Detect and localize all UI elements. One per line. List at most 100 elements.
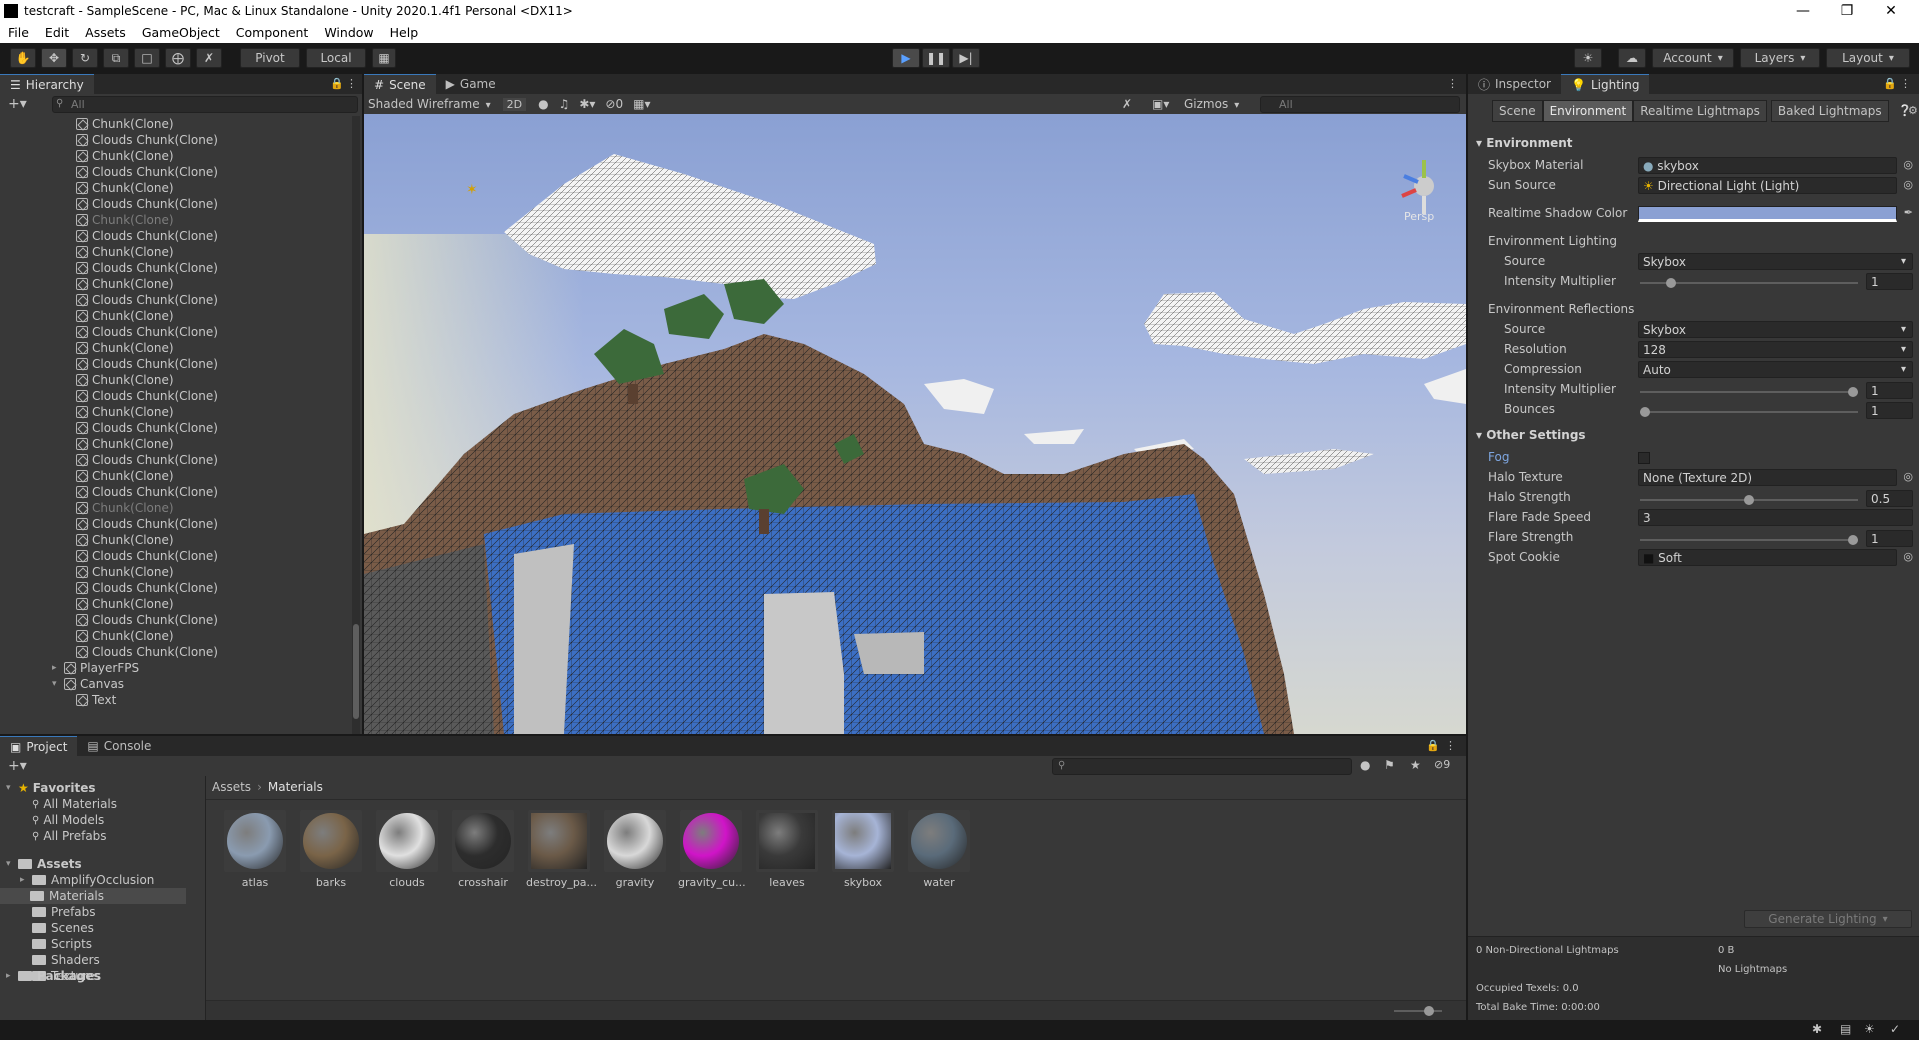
hierarchy-item[interactable]: Chunk(Clone) [76,212,174,228]
hierarchy-item[interactable]: Chunk(Clone) [76,180,174,196]
settings-gear-icon[interactable]: ⚙ [1908,104,1918,117]
subtab-environment[interactable]: Environment [1542,100,1634,122]
resolution-dropdown[interactable]: 128 [1638,341,1913,358]
expand-caret-icon[interactable]: ▸ [52,663,64,673]
tab-hierarchy[interactable]: ☰ Hierarchy [0,74,94,94]
hierarchy-item[interactable]: Clouds Chunk(Clone) [76,548,218,564]
hierarchy-item[interactable]: Clouds Chunk(Clone) [76,260,218,276]
favorite-all-prefabs[interactable]: ⚲ All Prefabs [32,828,107,844]
menu-component[interactable]: Component [236,25,309,40]
hierarchy-item[interactable]: Clouds Chunk(Clone) [76,164,218,180]
hierarchy-item[interactable]: Chunk(Clone) [76,436,174,452]
hierarchy-item[interactable]: Clouds Chunk(Clone) [76,196,218,212]
inspector-lock-icon[interactable]: 🔒 [1883,77,1897,90]
hierarchy-item[interactable]: Clouds Chunk(Clone) [76,388,218,404]
packages-row[interactable]: ▸ Packages [6,968,101,984]
material-asset[interactable]: leaves [754,810,820,889]
hierarchy-item[interactable]: Clouds Chunk(Clone) [76,516,218,532]
tab-lighting[interactable]: 💡 Lighting [1561,74,1650,94]
tab-scene[interactable]: # Scene [364,74,436,94]
hierarchy-item[interactable]: Chunk(Clone) [76,308,174,324]
layers-dropdown[interactable]: Layers [1740,48,1820,68]
hierarchy-item[interactable]: Chunk(Clone) [76,468,174,484]
subtab-realtime-lightmaps[interactable]: Realtime Lightmaps [1633,100,1767,122]
flare-strength-slider[interactable] [1640,535,1858,545]
search-by-label-icon[interactable]: ⚑ [1384,758,1395,772]
environment-section[interactable]: ▾ Environment [1476,136,1573,150]
spot-cookie-field[interactable]: ■ Soft [1638,549,1897,566]
move-tool-icon[interactable]: ✥ [41,48,67,68]
hand-tool-icon[interactable]: ✋ [10,48,36,68]
scene-search-input[interactable]: All [1260,96,1460,113]
material-asset[interactable]: gravity_cu... [678,810,746,889]
material-asset[interactable]: crosshair [450,810,516,889]
directional-light-icon[interactable]: ✶ [466,182,478,198]
pivot-toggle[interactable]: Pivot [240,48,300,68]
scene-kebab-icon[interactable]: ⋮ [1447,77,1458,90]
hierarchy-item[interactable]: Clouds Chunk(Clone) [76,612,218,628]
project-search-input[interactable] [1052,758,1352,775]
cache-icon[interactable]: ▤ [1840,1022,1851,1036]
hidden-objects-icon[interactable]: ⊘ [605,97,615,111]
lighting-toggle-icon[interactable]: ● [538,97,548,111]
hierarchy-item[interactable]: Clouds Chunk(Clone) [76,644,218,660]
skybox-material-field[interactable]: ● skybox [1638,157,1897,174]
grid-snap-icon[interactable]: ▦ [372,48,396,68]
generate-lighting-button[interactable]: Generate Lighting [1744,910,1912,928]
favorite-all-materials[interactable]: ⚲ All Materials [32,796,117,812]
rect-tool-icon[interactable]: □ [134,48,160,68]
hierarchy-item[interactable]: ▸ PlayerFPS [52,660,139,676]
hierarchy-item[interactable]: Clouds Chunk(Clone) [76,292,218,308]
asset-folder-item[interactable]: ▸ AmplifyOcclusion [20,872,154,888]
hierarchy-item[interactable]: Chunk(Clone) [76,628,174,644]
hierarchy-item[interactable]: Clouds Chunk(Clone) [76,356,218,372]
audio-toggle-icon[interactable]: ♫ [559,97,570,111]
subtab-baked-lightmaps[interactable]: Baked Lightmaps [1770,100,1889,122]
asset-folder-item[interactable]: Shaders [20,952,100,968]
asset-folder-item[interactable]: Scripts [20,936,92,952]
hierarchy-item[interactable]: Chunk(Clone) [76,564,174,580]
shadow-color-swatch[interactable] [1638,206,1897,222]
hierarchy-item[interactable]: Chunk(Clone) [76,148,174,164]
asset-folder-item[interactable]: Materials [0,888,186,904]
hierarchy-item[interactable]: Chunk(Clone) [76,372,174,388]
project-lock-icon[interactable]: 🔒 [1426,739,1440,752]
hierarchy-item[interactable]: Chunk(Clone) [76,340,174,356]
tools-icon[interactable]: ✗ [1122,97,1132,111]
2d-toggle[interactable]: 2D [502,97,527,111]
play-button[interactable]: ▶ [892,48,920,68]
sun-source-field[interactable]: ☀ Directional Light (Light) [1638,177,1897,194]
close-icon[interactable]: ✕ [1869,0,1913,22]
thumbnail-size-knob[interactable] [1424,1006,1434,1016]
expand-caret-icon[interactable]: ▾ [52,679,64,689]
menu-file[interactable]: File [8,25,29,40]
flare-strength-knob[interactable] [1848,535,1858,545]
halo-texture-field[interactable]: None (Texture 2D) [1638,469,1897,486]
refl-intensity-field[interactable]: 1 [1866,382,1913,399]
collab-icon[interactable]: ☀ [1574,48,1602,68]
shading-mode-dropdown[interactable]: Shaded Wireframe [368,97,491,111]
assets-root-row[interactable]: ▾ Assets [6,856,82,872]
hierarchy-item[interactable]: Clouds Chunk(Clone) [76,452,218,468]
material-asset[interactable]: clouds [374,810,440,889]
material-asset[interactable]: gravity [602,810,668,889]
tab-game[interactable]: ▶ Game [436,74,506,94]
halo-strength-slider[interactable] [1640,495,1858,505]
material-asset[interactable]: destroy_pa... [526,810,597,889]
halo-strength-field[interactable]: 0.5 [1866,490,1913,507]
gizmos-dropdown[interactable]: Gizmos [1184,97,1239,111]
hierarchy-item[interactable]: Chunk(Clone) [76,596,174,612]
hierarchy-item[interactable]: Clouds Chunk(Clone) [76,228,218,244]
fog-checkbox[interactable] [1638,452,1650,464]
halo-picker-icon[interactable]: ◎ [1903,470,1913,483]
kebab-menu-icon[interactable]: ⋮ [346,77,357,90]
hierarchy-item[interactable]: Chunk(Clone) [76,116,174,132]
flare-fade-field[interactable]: 3 [1638,509,1913,526]
hierarchy-scrollbar[interactable] [352,116,360,734]
breadcrumb-materials[interactable]: Materials [268,780,323,794]
sun-picker-icon[interactable]: ◎ [1903,178,1913,191]
eyedropper-icon[interactable]: ✒ [1904,206,1913,219]
subtab-scene[interactable]: Scene [1492,100,1543,122]
asset-folder-item[interactable]: Prefabs [20,904,96,920]
favorites-row[interactable]: ▾ ★ Favorites [6,780,95,796]
